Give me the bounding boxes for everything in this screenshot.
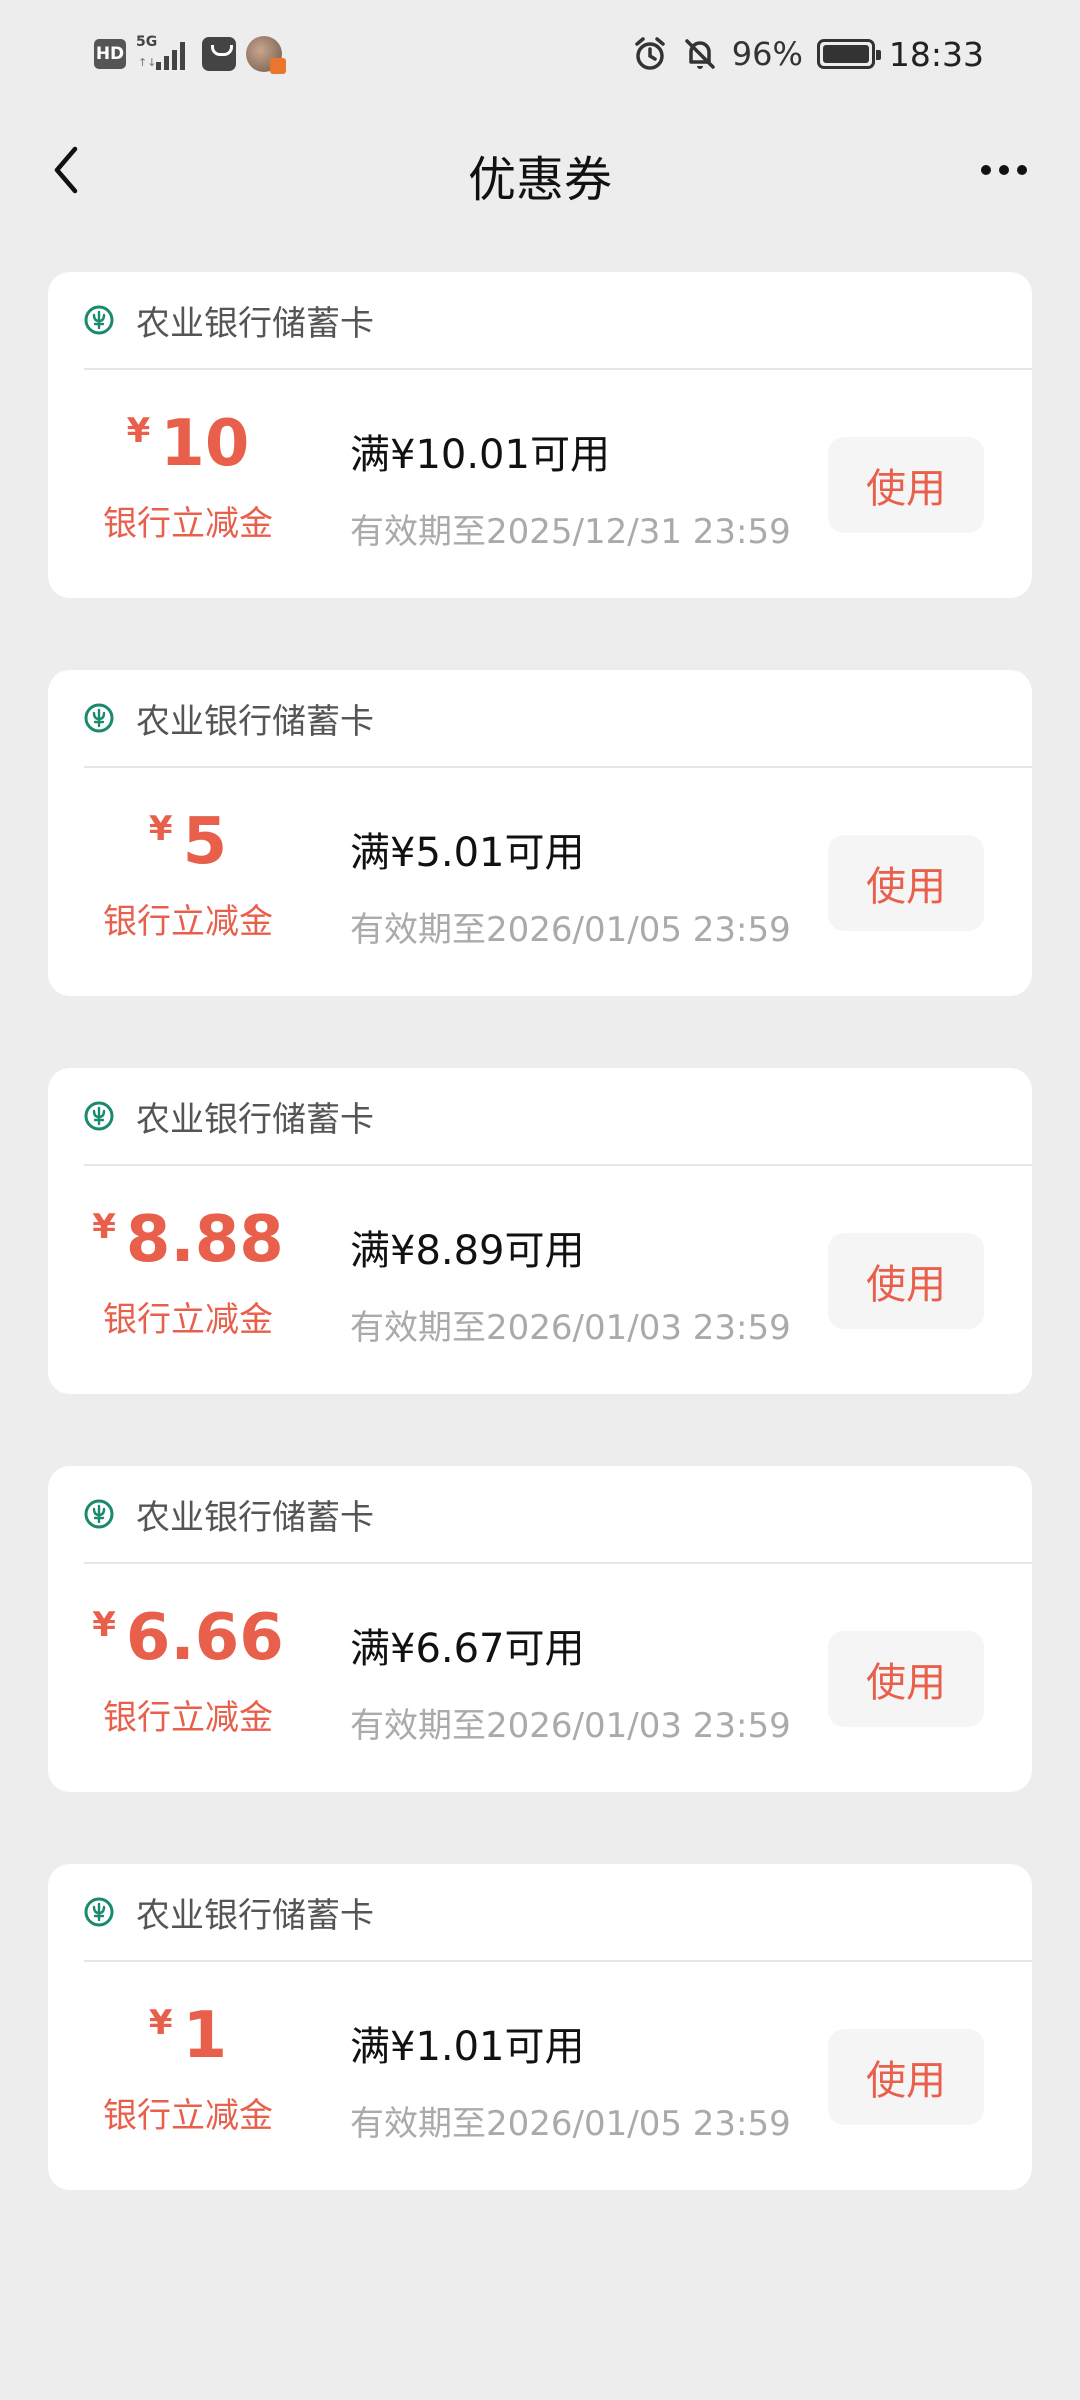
- coupon-condition: 满¥6.67可用: [350, 1626, 585, 1672]
- coupon-amount: ¥ 1: [88, 2004, 288, 2074]
- coupon-amount-block: ¥ 10 银行立减金: [88, 412, 288, 545]
- currency-symbol: ¥: [92, 1207, 116, 1247]
- coupon-card: 农业银行储蓄卡 ¥ 8.88 银行立减金 满¥8.89可用 有效期至2026/0…: [48, 1068, 1032, 1394]
- notification-avatar-icon: [246, 36, 286, 74]
- coupon-expiry: 有效期至2026/01/03 23:59: [350, 1308, 791, 1348]
- coupon-expiry: 有效期至2026/01/03 23:59: [350, 1706, 791, 1746]
- coupon-type-label: 银行立减金: [103, 2096, 273, 2136]
- shopping-bag-icon: [202, 37, 236, 71]
- use-button[interactable]: 使用: [828, 437, 984, 533]
- amount-value: 8.88: [125, 1203, 284, 1277]
- coupon-condition: 满¥5.01可用: [350, 830, 585, 876]
- network-type: 5G: [136, 34, 158, 50]
- coupon-type-label: 银行立减金: [103, 1698, 273, 1738]
- abc-bank-logo-icon: [84, 1897, 114, 1927]
- coupon-card-header: 农业银行储蓄卡: [84, 670, 1032, 768]
- bank-name: 农业银行储蓄卡: [136, 701, 374, 742]
- coupon-expiry: 有效期至2026/01/05 23:59: [350, 910, 791, 950]
- coupon-expiry: 有效期至2026/01/05 23:59: [350, 2104, 791, 2144]
- status-time: 18:33: [888, 34, 984, 74]
- bank-name: 农业银行储蓄卡: [136, 303, 374, 344]
- currency-symbol: ¥: [148, 809, 173, 849]
- coupon-condition: 满¥1.01可用: [350, 2024, 585, 2070]
- alarm-icon: [632, 36, 668, 72]
- coupon-amount-block: ¥ 1 银行立减金: [88, 2004, 288, 2137]
- coupon-amount: ¥ 6.66: [88, 1606, 288, 1676]
- coupon-card-header: 农业银行储蓄卡: [84, 1864, 1032, 1962]
- amount-value: 1: [182, 1999, 228, 2073]
- use-button[interactable]: 使用: [828, 1233, 984, 1329]
- coupon-amount-block: ¥ 8.88 银行立减金: [88, 1208, 288, 1341]
- coupon-expiry: 有效期至2025/12/31 23:59: [350, 512, 791, 552]
- status-right: 96% 18:33: [632, 32, 984, 76]
- coupon-amount: ¥ 5: [88, 810, 288, 880]
- coupon-card-header: 农业银行储蓄卡: [84, 1068, 1032, 1166]
- bank-name: 农业银行储蓄卡: [136, 1497, 374, 1538]
- currency-symbol: ¥: [92, 1605, 116, 1645]
- bank-name: 农业银行储蓄卡: [136, 1895, 374, 1936]
- amount-value: 10: [160, 407, 250, 481]
- coupon-type-label: 银行立减金: [103, 1300, 273, 1340]
- coupon-card-header: 农业银行储蓄卡: [84, 1466, 1032, 1564]
- coupon-card: 农业银行储蓄卡 ¥ 5 银行立减金 满¥5.01可用 有效期至2026/01/0…: [48, 670, 1032, 996]
- use-button[interactable]: 使用: [828, 835, 984, 931]
- bank-name: 农业银行储蓄卡: [136, 1099, 374, 1140]
- coupon-amount: ¥ 8.88: [88, 1208, 288, 1278]
- coupon-list: 农业银行储蓄卡 ¥ 10 银行立减金 满¥10.01可用 有效期至2025/12…: [48, 272, 1032, 2262]
- status-bar: HD 5G ↑↓ 96% 18:33: [0, 0, 1080, 110]
- currency-symbol: ¥: [126, 411, 151, 451]
- signal-bars-icon: [156, 40, 185, 70]
- coupon-card: 农业银行储蓄卡 ¥ 1 银行立减金 满¥1.01可用 有效期至2026/01/0…: [48, 1864, 1032, 2190]
- page-title: 优惠券: [467, 152, 612, 208]
- coupon-card: 农业银行储蓄卡 ¥ 10 银行立减金 满¥10.01可用 有效期至2025/12…: [48, 272, 1032, 598]
- battery-percent: 96%: [731, 35, 803, 73]
- abc-bank-logo-icon: [84, 1499, 114, 1529]
- more-button[interactable]: [964, 140, 1044, 200]
- battery-icon: [816, 39, 881, 69]
- use-button[interactable]: 使用: [828, 2029, 984, 2125]
- coupon-condition: 满¥10.01可用: [350, 432, 610, 478]
- amount-value: 5: [182, 805, 228, 879]
- status-left: HD 5G ↑↓: [94, 34, 286, 74]
- coupon-amount-block: ¥ 5 银行立减金: [88, 810, 288, 943]
- abc-bank-logo-icon: [84, 1101, 114, 1131]
- nav-bar: 优惠券: [0, 110, 1080, 236]
- coupon-condition: 满¥8.89可用: [350, 1228, 585, 1274]
- coupon-card: 农业银行储蓄卡 ¥ 6.66 银行立减金 满¥6.67可用 有效期至2026/0…: [48, 1466, 1032, 1792]
- coupon-type-label: 银行立减金: [103, 504, 273, 544]
- hd-icon: HD: [94, 39, 126, 69]
- coupon-type-label: 银行立减金: [103, 902, 273, 942]
- mute-bell-icon: [682, 36, 718, 72]
- signal-icon: 5G ↑↓: [136, 34, 192, 74]
- amount-value: 6.66: [125, 1601, 284, 1675]
- abc-bank-logo-icon: [84, 703, 114, 733]
- coupon-amount-block: ¥ 6.66 银行立减金: [88, 1606, 288, 1739]
- coupon-card-header: 农业银行储蓄卡: [84, 272, 1032, 370]
- coupon-amount: ¥ 10: [88, 412, 288, 482]
- currency-symbol: ¥: [148, 2003, 173, 2043]
- more-dots-icon: [981, 165, 991, 175]
- abc-bank-logo-icon: [84, 305, 114, 335]
- use-button[interactable]: 使用: [828, 1631, 984, 1727]
- data-arrows-icon: ↑↓: [138, 56, 157, 69]
